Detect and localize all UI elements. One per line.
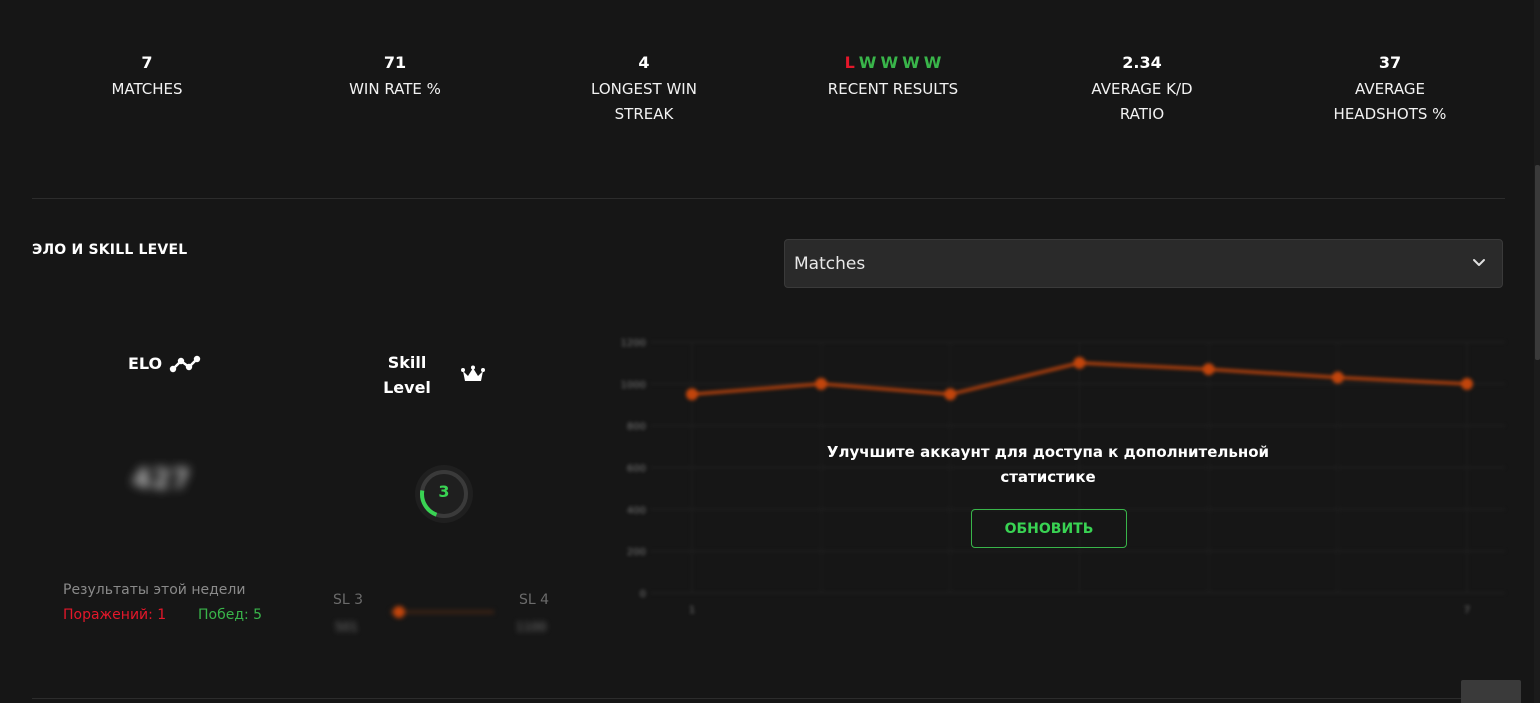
skill-level-label: Skill Level [383,353,431,397]
result-badge: W [880,53,899,72]
weekly-losses: Поражений: 1 [63,607,167,623]
x-tick-label: 7 [1464,605,1470,616]
upgrade-message: Улучшите аккаунт для доступа к дополните… [826,443,1270,486]
bottom-divider [32,698,1505,699]
elo-graph-icon [169,355,201,373]
crown-icon [461,365,485,381]
stat-recent-results: LWWWW RECENT RESULTS [773,52,1013,102]
y-tick-label: 200 [627,547,646,558]
section-title: ЭЛО И SKILL LEVEL [32,242,188,258]
upgrade-button[interactable]: ОБНОВИТЬ [971,509,1127,548]
data-point [1202,363,1215,376]
y-tick-label: 600 [627,464,646,475]
stat-label: RECENT RESULTS [827,80,959,98]
stat-label: WIN RATE % [349,80,441,98]
stat-average-kd: 2.34 AVERAGE K/D RATIO [1067,52,1217,127]
skill-progress-bar [390,606,494,618]
section-divider [32,198,1505,199]
stat-label: AVERAGE K/D RATIO [1091,80,1193,123]
next-level-elo: 1100 [516,620,547,634]
skill-level-value: 3 [438,482,450,501]
next-skill-level: SL 4 [519,592,550,608]
stat-longest-win-streak: 4 LONGEST WIN STREAK [569,52,719,127]
chart-metric-dropdown[interactable]: Matches [784,239,1503,288]
scrollbar-thumb[interactable] [1535,165,1540,360]
current-skill-level: SL 3 [333,592,364,608]
stat-average-headshots: 37 AVERAGE HEADSHOTS % [1315,52,1465,127]
stat-value: 7 [141,53,153,72]
stat-label: AVERAGE HEADSHOTS % [1333,80,1447,123]
data-point [944,388,957,401]
result-badge: L [844,53,855,72]
elo-label: ELO [128,354,163,373]
stat-value: 37 [1378,53,1402,72]
y-tick-label: 0 [640,589,646,600]
stat-label: MATCHES [111,80,183,98]
elo-value: 427 [132,462,191,495]
current-level-elo: 501 [335,620,358,634]
chevron-down-icon [1473,259,1485,266]
stat-win-rate: 71 WIN RATE % [275,52,515,102]
stat-value: 2.34 [1122,53,1162,72]
y-tick-label: 400 [627,505,646,516]
result-badge: W [858,53,877,72]
data-point [1331,371,1344,384]
data-point [1073,356,1086,369]
y-tick-label: 800 [627,422,646,433]
weekly-wins: Побед: 5 [198,607,263,623]
result-badge: W [902,53,920,72]
stat-value: 71 [383,53,407,72]
result-badge: W [923,53,942,72]
stats-row: 7 MATCHES 71 WIN RATE % 4 LONGEST WIN ST… [32,52,1505,142]
y-tick-label: 1000 [621,380,646,391]
dropdown-selected-value: Matches [794,254,866,274]
data-point [686,388,698,401]
stat-value: 4 [638,53,650,72]
scroll-to-top-button[interactable] [1461,680,1521,703]
x-tick-label: 1 [689,605,695,616]
data-point [1461,377,1473,390]
recent-results-list: LWWWW [773,52,1013,74]
weekly-results-title: Результаты этой недели [63,582,246,598]
y-tick-label: 1200 [621,338,646,349]
stat-label: LONGEST WIN STREAK [591,80,697,123]
stat-matches: 7 MATCHES [27,52,267,102]
data-point [815,377,828,390]
